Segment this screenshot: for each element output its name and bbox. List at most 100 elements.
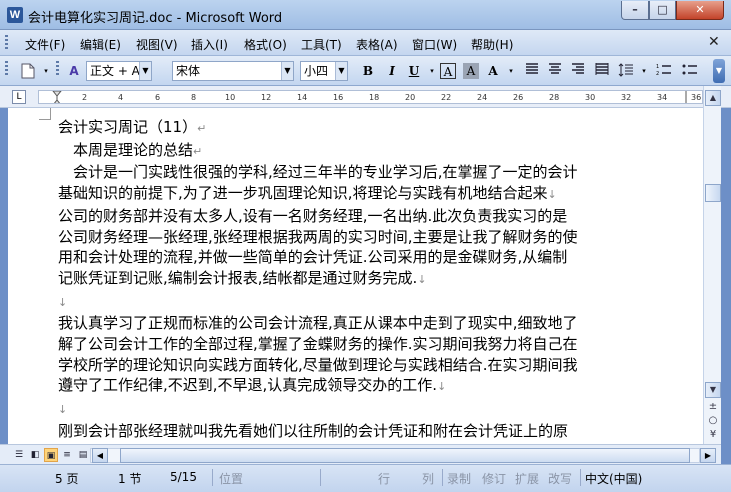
ruler-tick: 2 xyxy=(82,93,88,102)
italic-button[interactable]: I xyxy=(384,63,400,79)
ruler-tick: 34 xyxy=(657,93,668,102)
status-record[interactable]: 录制 xyxy=(447,470,471,487)
ruler-tick: 32 xyxy=(621,93,632,102)
menu-edit[interactable]: 编辑(E) xyxy=(80,36,121,53)
toolbar-options-icon[interactable]: ▾ xyxy=(38,63,54,79)
ruler-tick: 14 xyxy=(297,93,308,102)
document-page[interactable]: 会计实习周记（11）↵ 本周是理论的总结↵ 会计是一门实践性很强的学科,经过三年… xyxy=(8,108,703,444)
bullets-icon[interactable] xyxy=(682,63,698,79)
document-line[interactable]: ↓ xyxy=(58,398,683,421)
document-line[interactable]: 解了公司会计工作的全部过程,掌握了金蝶财务的操作.实习期间我努力将自己在 xyxy=(58,334,683,355)
horizontal-ruler[interactable]: 2 4 6 8 10 12 14 16 18 20 22 24 26 28 30… xyxy=(38,90,703,104)
scroll-up-icon[interactable]: ▲ xyxy=(705,90,721,106)
web-layout-view-icon[interactable]: ◧ xyxy=(28,448,42,462)
chevron-down-icon[interactable]: ▼ xyxy=(335,62,347,80)
document-line[interactable]: 记账凭证到记账,编制会计报表,结帐都是通过财务完成.↓ xyxy=(58,268,683,291)
document-line[interactable]: 我认真学习了正规而标准的公司会计流程,真正从课本中走到了现实中,细致地了 xyxy=(58,313,683,334)
vertical-scrollbar[interactable]: ▲ ▼ ± ○ ¥ xyxy=(703,86,721,444)
tab-stop-selector[interactable]: L xyxy=(12,90,26,104)
document-line[interactable]: 遵守了工作纪律,不迟到,不早退,认真完成领导交办的工作.↓ xyxy=(58,375,683,398)
ruler-tick: 20 xyxy=(405,93,416,102)
font-combo[interactable]: 宋体 ▼ xyxy=(172,61,294,81)
document-line[interactable]: 用和会计处理的流程,并做一些简单的会计凭证.公司采用的是金碟财务,从编制 xyxy=(58,247,683,268)
status-overtype[interactable]: 改写 xyxy=(548,470,572,487)
next-page-icon[interactable]: ¥ xyxy=(706,428,720,442)
distributed-align-icon[interactable] xyxy=(594,63,610,79)
menu-file[interactable]: 文件(F) xyxy=(25,36,65,53)
status-separator xyxy=(442,469,443,486)
font-size-value: 小四 xyxy=(304,64,329,78)
menu-view[interactable]: 视图(V) xyxy=(136,36,178,53)
document-line[interactable]: 学校所学的理论知识向实践方面转化,尽量做到理论与实践相结合.在实习期间我 xyxy=(58,355,683,376)
document-line-text: 刚到会计部张经理就叫我先看她们以往所制的会计凭证和附在会计凭证上的原 xyxy=(58,421,569,440)
paragraph-mark-icon: ↓ xyxy=(417,272,427,286)
menu-window[interactable]: 窗口(W) xyxy=(412,36,457,53)
styles-formatting-icon[interactable]: A xyxy=(66,63,82,79)
close-button[interactable]: ✕ xyxy=(676,1,724,20)
align-center-icon[interactable] xyxy=(547,63,563,79)
text-effects-dropdown-icon[interactable]: ▾ xyxy=(503,63,519,79)
paragraph-mark-icon: ↓ xyxy=(547,188,557,202)
menu-format[interactable]: 格式(O) xyxy=(244,36,287,53)
chevron-down-icon[interactable]: ▼ xyxy=(281,62,293,80)
character-shading-button[interactable]: A xyxy=(463,63,479,79)
scroll-left-icon[interactable]: ◀ xyxy=(92,448,108,463)
document-line[interactable]: 会计是一门实践性很强的学科,经过三年半的专业学习后,在掌握了一定的会计 xyxy=(58,162,683,183)
document-line[interactable]: 基础知识的前提下,为了进一步巩固理论知识,将理论与实践有机地结合起来↓ xyxy=(58,183,683,206)
scroll-down-icon[interactable]: ▼ xyxy=(705,382,721,398)
normal-view-icon[interactable]: ☰ xyxy=(12,448,26,462)
line-spacing-dropdown-icon[interactable]: ▾ xyxy=(636,63,652,79)
menu-help[interactable]: 帮助(H) xyxy=(471,36,513,53)
vertical-scroll-thumb[interactable] xyxy=(705,184,721,202)
underline-dropdown-icon[interactable]: ▾ xyxy=(424,63,440,79)
document-line[interactable]: 会计实习周记（11）↵ xyxy=(58,117,683,140)
font-size-combo[interactable]: 小四 ▼ xyxy=(300,61,348,81)
horizontal-scroll-thumb[interactable] xyxy=(120,448,690,463)
reading-layout-view-icon[interactable]: ▤ xyxy=(76,448,90,462)
print-layout-view-icon[interactable]: ▣ xyxy=(44,448,58,462)
outline-view-icon[interactable]: ≡ xyxy=(60,448,74,462)
select-browse-object-icon[interactable]: ○ xyxy=(706,414,720,428)
bold-button[interactable]: B xyxy=(360,63,376,79)
ruler-tick: 24 xyxy=(477,93,488,102)
line-spacing-icon[interactable] xyxy=(618,63,634,79)
paragraph-mark-icon: ↓ xyxy=(58,403,68,417)
ruler-tick: 4 xyxy=(118,93,124,102)
document-line[interactable]: 本周是理论的总结↵ xyxy=(58,140,683,163)
menu-table[interactable]: 表格(A) xyxy=(356,36,398,53)
status-track-changes[interactable]: 修订 xyxy=(482,470,506,487)
underline-button[interactable]: U xyxy=(406,63,422,79)
document-line[interactable]: ↓ xyxy=(58,291,683,314)
ruler-tick: 10 xyxy=(225,93,236,102)
text-effects-button[interactable]: A xyxy=(485,63,501,79)
formatting-toolbar: ▾ A 正文 + Aria ▼ 宋体 ▼ 小四 ▼ B I U ▾ A A A … xyxy=(0,56,731,86)
document-line[interactable]: 刚到会计部张经理就叫我先看她们以往所制的会计凭证和附在会计凭证上的原 xyxy=(58,421,683,442)
toolbar-overflow-icon[interactable]: ▼ xyxy=(713,59,725,83)
chevron-down-icon[interactable]: ▼ xyxy=(139,62,151,80)
document-line-text: 本周是理论的总结 xyxy=(58,140,194,159)
menubar-grip[interactable] xyxy=(5,35,8,51)
scroll-right-icon[interactable]: ▶ xyxy=(700,448,716,463)
align-right-icon[interactable] xyxy=(570,63,586,79)
document-text[interactable]: 会计实习周记（11）↵ 本周是理论的总结↵ 会计是一门实践性很强的学科,经过三年… xyxy=(58,117,683,442)
new-document-icon[interactable] xyxy=(20,63,36,79)
status-section: 1 节 xyxy=(118,472,142,486)
justify-icon[interactable] xyxy=(524,63,540,79)
document-line[interactable]: 公司财务经理—张经理,张经理根据我两周的实习时间,主要是让我了解财务的使 xyxy=(58,227,683,248)
maximize-button[interactable]: □ xyxy=(649,1,676,20)
character-border-button[interactable]: A xyxy=(440,63,456,79)
toolbar-grip[interactable] xyxy=(5,61,8,77)
style-combo[interactable]: 正文 + Aria ▼ xyxy=(86,61,152,81)
toolbar-grip-2[interactable] xyxy=(56,61,59,77)
numbering-icon[interactable]: 12 xyxy=(656,63,672,79)
menu-tools[interactable]: 工具(T) xyxy=(301,36,342,53)
close-document-button[interactable]: ✕ xyxy=(708,34,720,50)
menu-insert[interactable]: 插入(I) xyxy=(191,36,228,53)
previous-page-icon[interactable]: ± xyxy=(706,400,720,414)
document-line[interactable]: 公司的财务部并没有太多人,设有一名财务经理,一名出纳.此次负责我实习的是 xyxy=(58,206,683,227)
minimize-button[interactable]: – xyxy=(621,1,649,20)
word-app-icon[interactable]: W xyxy=(7,7,23,23)
status-language[interactable]: 中文(中国) xyxy=(585,470,642,487)
status-extend[interactable]: 扩展 xyxy=(515,470,539,487)
horizontal-scroll-bar: ☰ ◧ ▣ ≡ ▤ ◀ ▶ xyxy=(0,444,721,464)
